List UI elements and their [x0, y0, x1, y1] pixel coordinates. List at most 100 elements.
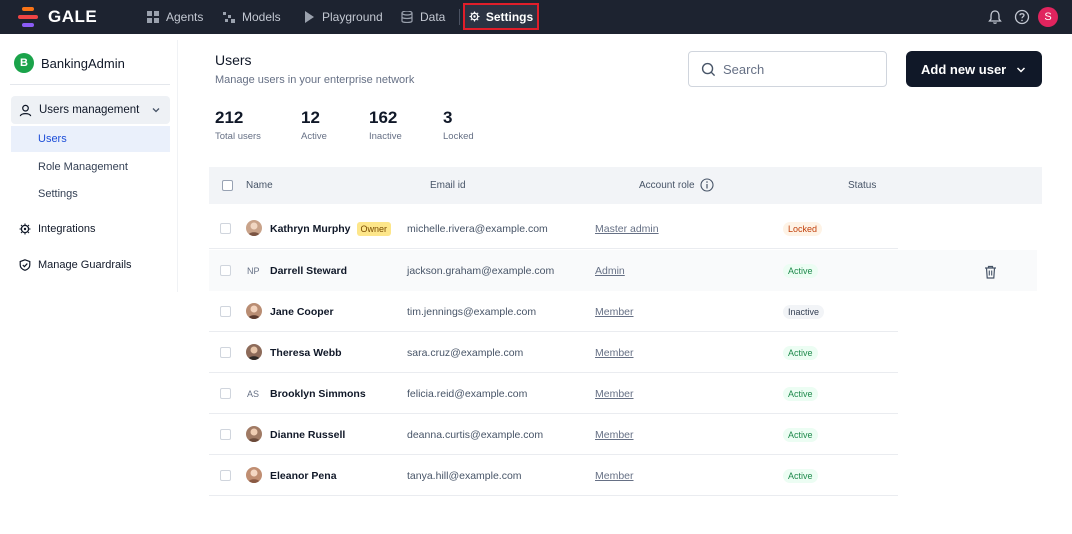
status-cell: Active [783, 332, 818, 373]
nav-divider [459, 9, 460, 25]
help-icon[interactable] [1014, 9, 1030, 25]
user-avatar-photo [246, 220, 262, 236]
user-name: Theresa Webb [270, 346, 342, 359]
stat-value: 3 [443, 108, 453, 127]
nav-settings[interactable]: Settings [463, 3, 539, 30]
sidebar-item-users[interactable]: Users [11, 126, 170, 152]
account-role-cell: Admin [595, 250, 625, 291]
nav-models[interactable]: Models [223, 0, 281, 34]
search-input[interactable] [723, 61, 873, 77]
account-role-cell: Member [595, 332, 634, 373]
select-all-checkbox[interactable] [222, 180, 233, 191]
status-badge: Active [783, 468, 818, 483]
user-icon [19, 104, 32, 116]
account-role-cell: Member [595, 455, 634, 496]
user-avatar-initials: AS [247, 388, 260, 399]
table-row[interactable]: Jane Cooper tim.jennings@example.com Mem… [209, 291, 898, 332]
table-row[interactable]: AS Brooklyn Simmons felicia.reid@example… [209, 373, 898, 414]
row-checkbox[interactable] [220, 347, 231, 358]
status-cell: Locked [783, 208, 823, 249]
grid-icon [147, 11, 159, 23]
status-badge: Inactive [783, 304, 825, 319]
user-name-cell: Kathryn Murphy Owner [270, 208, 392, 249]
user-email: michelle.rivera@example.com [407, 222, 548, 235]
status-badge: Active [783, 263, 818, 278]
app-name: GALE [48, 7, 98, 26]
stat-label: Inactive [369, 131, 402, 142]
row-checkbox[interactable] [220, 223, 231, 234]
stat-label: Active [301, 131, 327, 142]
user-email: felicia.reid@example.com [407, 387, 528, 400]
column-account-role[interactable]: Account role [639, 180, 695, 191]
workspace-name[interactable]: BankingAdmin [41, 56, 125, 71]
stat-label: Locked [443, 131, 474, 142]
database-icon [401, 11, 413, 23]
status-badge: Active [783, 427, 818, 442]
account-role-link[interactable]: Member [595, 388, 634, 400]
user-avatar-initials: NP [247, 265, 260, 276]
user-name: Eleanor Pena [270, 469, 337, 482]
user-email: tim.jennings@example.com [407, 305, 537, 318]
account-role-link[interactable]: Master admin [595, 223, 659, 235]
search-box[interactable] [688, 51, 887, 87]
stat-total-users: 212 Total users [215, 108, 261, 142]
table-row[interactable]: Kathryn Murphy Owner michelle.rivera@exa… [209, 208, 898, 249]
account-role-link[interactable]: Admin [595, 265, 625, 277]
user-email: tanya.hill@example.com [407, 469, 522, 482]
info-icon[interactable] [700, 178, 714, 192]
stat-value: 12 [301, 108, 320, 127]
account-role-link[interactable]: Member [595, 347, 634, 359]
gear-icon [19, 223, 31, 235]
bell-icon[interactable] [987, 9, 1003, 25]
row-checkbox[interactable] [220, 470, 231, 481]
status-badge: Active [783, 386, 818, 401]
add-new-user-button[interactable]: Add new user [906, 51, 1042, 87]
sidebar-group-users-management[interactable]: Users management [11, 96, 170, 124]
owner-badge: Owner [356, 221, 392, 236]
row-checkbox[interactable] [220, 429, 231, 440]
sidebar-item-role-management[interactable]: Role Management [11, 154, 170, 180]
column-name[interactable]: Name [246, 180, 273, 191]
column-email[interactable]: Email id [430, 180, 466, 191]
nav-agents[interactable]: Agents [147, 0, 203, 34]
user-email: sara.cruz@example.com [407, 346, 524, 359]
table-header: Name Email id Account role Status [209, 167, 1042, 204]
sidebar-item-manage-guardrails[interactable]: Manage Guardrails [11, 252, 170, 278]
nav-data-label: Data [420, 10, 446, 24]
row-checkbox[interactable] [220, 265, 231, 276]
table-row[interactable]: Theresa Webb sara.cruz@example.com Membe… [209, 332, 898, 373]
page-title: Users [215, 52, 252, 68]
table-row[interactable]: Dianne Russell deanna.curtis@example.com… [209, 414, 898, 455]
account-role-link[interactable]: Member [595, 429, 634, 441]
nav-playground[interactable]: Playground [303, 0, 383, 34]
status-cell: Active [783, 250, 818, 291]
nav-models-label: Models [242, 10, 281, 24]
page-subtitle: Manage users in your enterprise network [215, 74, 415, 86]
delete-icon[interactable] [984, 265, 997, 279]
sidebar-item-label: Manage Guardrails [38, 259, 132, 271]
user-avatar[interactable]: S [1038, 7, 1058, 27]
account-role-cell: Member [595, 291, 634, 332]
row-checkbox[interactable] [220, 388, 231, 399]
stat-active: 12 Active [301, 108, 327, 142]
gale-logo[interactable]: GALE [18, 7, 97, 27]
row-checkbox[interactable] [220, 306, 231, 317]
user-name: Dianne Russell [270, 428, 346, 441]
sidebar-item-integrations[interactable]: Integrations [11, 216, 170, 242]
chevron-down-icon [1016, 67, 1026, 73]
account-role-link[interactable]: Member [595, 470, 634, 482]
table-row[interactable]: Eleanor Pena tanya.hill@example.com Memb… [209, 455, 898, 496]
chevron-down-icon[interactable] [151, 105, 161, 115]
user-name: Darrell Steward [270, 264, 348, 277]
nav-data[interactable]: Data [401, 0, 445, 34]
account-role-link[interactable]: Member [595, 306, 634, 318]
account-role-cell: Master admin [595, 208, 659, 249]
sidebar-item-settings[interactable]: Settings [11, 181, 170, 207]
workspace-avatar: B [14, 53, 34, 73]
sidebar-divider [177, 40, 178, 292]
table-row[interactable]: NP Darrell Steward jackson.graham@exampl… [209, 250, 1037, 291]
user-avatar-photo [246, 303, 262, 319]
play-icon [305, 11, 314, 23]
column-status[interactable]: Status [848, 180, 876, 191]
user-avatar-photo [246, 467, 262, 483]
